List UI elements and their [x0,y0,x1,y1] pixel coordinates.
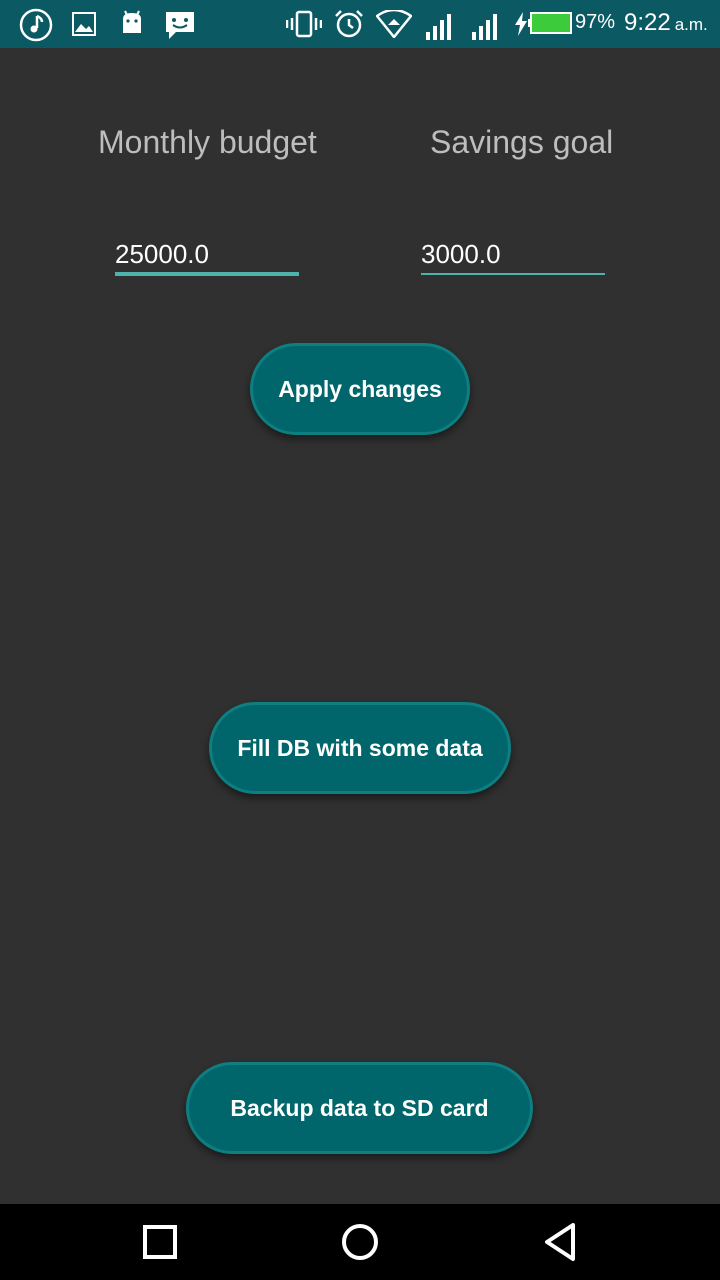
alarm-icon [335,10,363,38]
clock-suffix: a.m. [674,15,708,34]
recent-apps-icon[interactable] [140,1222,180,1262]
signal-icon [472,14,497,40]
battery-icon [528,12,572,34]
clock: 9:22 a.m. [624,9,708,37]
monthly-budget-label: Monthly budget [98,124,317,160]
signal-icon [426,14,451,40]
monthly-budget-input[interactable] [115,236,299,272]
music-note-icon [19,8,53,42]
android-icon [123,10,141,33]
battery-percent: 97% [575,11,616,33]
monthly-budget-field [115,236,299,276]
charging-icon [515,12,527,36]
monthly-budget-underline [115,272,299,276]
vibrate-icon [286,10,322,38]
savings-goal-input[interactable] [421,236,605,272]
image-icon [72,12,96,36]
chat-icon [166,12,194,39]
home-icon[interactable] [340,1222,380,1262]
navigation-bar [0,1204,720,1280]
savings-goal-underline [421,273,605,275]
savings-goal-field [421,236,605,276]
back-icon[interactable] [540,1222,580,1262]
apply-changes-button[interactable]: Apply changes [250,343,470,435]
backup-button[interactable]: Backup data to SD card [186,1062,533,1154]
savings-goal-label: Savings goal [430,124,614,160]
clock-time: 9:22 [624,9,671,36]
status-bar: 97% 9:22 a.m. [0,0,720,48]
fill-db-button[interactable]: Fill DB with some data [209,702,511,794]
wifi-icon [376,10,412,38]
